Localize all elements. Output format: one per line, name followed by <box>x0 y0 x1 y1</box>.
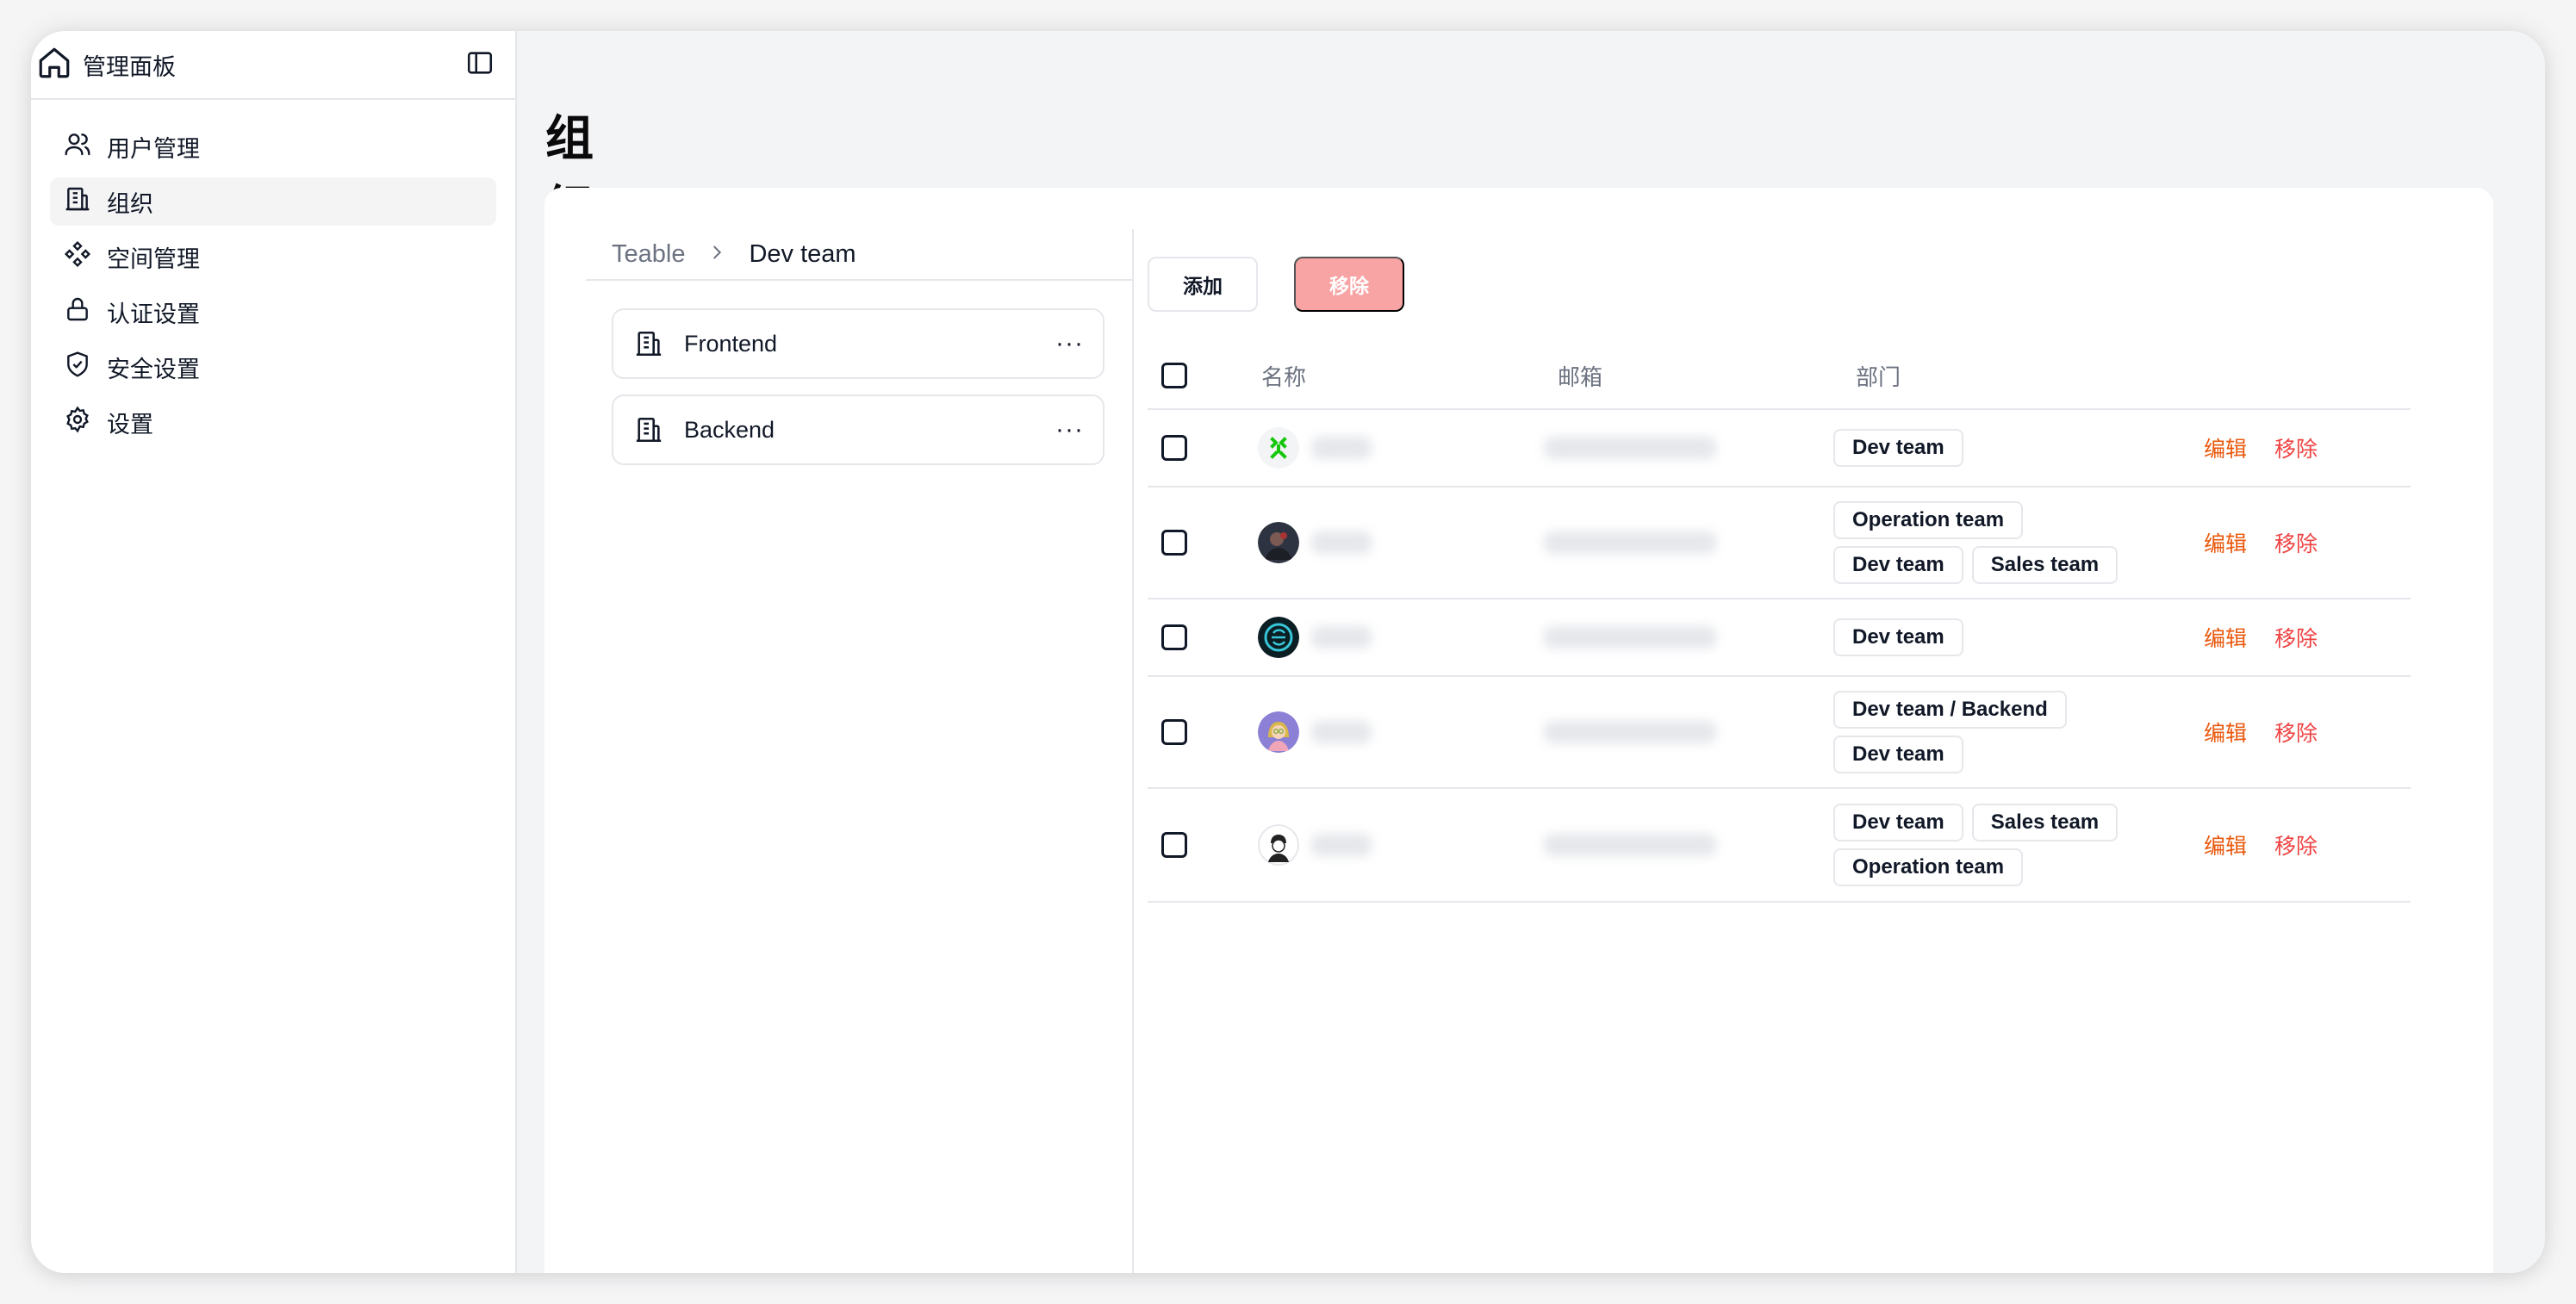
member-name-redacted <box>1311 721 1372 743</box>
edit-button[interactable]: 编辑 <box>2204 717 2247 748</box>
sidebar-item-label: 认证设置 <box>107 301 200 327</box>
building-icon <box>64 185 91 219</box>
row-checkbox[interactable] <box>1161 624 1187 650</box>
department-item-frontend[interactable]: Frontend ··· <box>612 308 1104 379</box>
lock-icon <box>64 295 91 329</box>
avatar <box>1258 427 1299 469</box>
chevron-right-icon <box>707 240 726 269</box>
edit-button[interactable]: 编辑 <box>2204 432 2247 463</box>
member-name-redacted <box>1311 437 1372 459</box>
members-table: 名称 邮箱 部门 Dev team 编辑 移除 Operation team D… <box>1148 343 2411 903</box>
remove-button[interactable]: 移除 <box>2274 829 2318 860</box>
more-options-icon[interactable]: ··· <box>1055 329 1084 358</box>
sidebar-item-label: 安全设置 <box>107 356 200 382</box>
sidebar-item-organization[interactable]: 组织 <box>50 177 496 226</box>
building-icon <box>636 331 662 357</box>
sidebar-item-label: 用户管理 <box>107 135 200 162</box>
department-tag: Dev team <box>1833 736 1963 773</box>
department-tree: Teable Dev team Frontend ··· Backend ··· <box>586 229 1134 1273</box>
department-tag: Operation team <box>1833 501 2024 539</box>
remove-button[interactable]: 移除 <box>2274 527 2318 558</box>
table-row: Dev team / Backend Dev team 编辑 移除 <box>1148 677 2411 789</box>
row-checkbox[interactable] <box>1161 530 1187 556</box>
users-icon <box>64 130 91 164</box>
sidebar-item-users[interactable]: 用户管理 <box>50 122 496 171</box>
member-email-redacted <box>1544 437 1716 459</box>
avatar <box>1258 522 1299 563</box>
add-member-button[interactable]: 添加 <box>1148 257 1258 312</box>
column-header-name: 名称 <box>1261 363 1307 390</box>
column-header-email: 邮箱 <box>1558 363 1603 390</box>
department-tag: Dev team <box>1833 618 1963 656</box>
component-icon <box>64 240 91 274</box>
department-tags: Operation team Dev team Sales team <box>1833 501 2119 584</box>
department-tags: Dev team Sales team Operation team <box>1833 804 2119 886</box>
department-tag: Sales team <box>1971 546 2119 584</box>
member-name-redacted <box>1311 531 1372 554</box>
breadcrumb-current: Dev team <box>749 239 856 268</box>
main-area: 组织管理 Teable Dev team Frontend ··· <box>517 31 2545 1273</box>
select-all-checkbox[interactable] <box>1161 363 1187 388</box>
remove-button[interactable]: 移除 <box>2274 717 2318 748</box>
department-tag: Dev team <box>1833 546 1963 584</box>
table-row: Dev team 编辑 移除 <box>1148 599 2411 677</box>
more-options-icon[interactable]: ··· <box>1055 415 1084 444</box>
member-email-redacted <box>1544 834 1716 856</box>
department-tag: Dev team <box>1833 804 1963 841</box>
department-tag: Operation team <box>1833 848 2024 886</box>
table-row: Dev team Sales team Operation team 编辑 移除 <box>1148 789 2411 903</box>
breadcrumb-root[interactable]: Teable <box>612 240 685 269</box>
member-email-redacted <box>1544 721 1716 743</box>
sidebar-title: 管理面板 <box>83 53 176 80</box>
sidebar-item-spaces[interactable]: 空间管理 <box>50 233 496 281</box>
department-tag: Dev team <box>1833 429 1963 467</box>
sidebar: 管理面板 用户管理 组织 空间管理 认证设置 安全设置 设置 <box>31 31 517 1273</box>
department-tag: Sales team <box>1971 804 2119 841</box>
sidebar-item-auth[interactable]: 认证设置 <box>50 288 496 336</box>
sidebar-home-link[interactable]: 管理面板 <box>36 45 176 85</box>
row-checkbox[interactable] <box>1161 719 1187 745</box>
gear-icon <box>64 406 91 439</box>
edit-button[interactable]: 编辑 <box>2204 527 2247 558</box>
avatar <box>1258 617 1299 658</box>
sidebar-toggle-icon[interactable] <box>465 48 495 82</box>
sidebar-header: 管理面板 <box>31 31 515 100</box>
sidebar-item-label: 组织 <box>107 190 153 217</box>
sidebar-item-label: 设置 <box>107 411 153 438</box>
row-checkbox[interactable] <box>1161 832 1187 858</box>
shield-icon <box>64 351 91 384</box>
table-row: Operation team Dev team Sales team 编辑 移除 <box>1148 487 2411 599</box>
remove-button[interactable]: 移除 <box>2274 622 2318 653</box>
sidebar-item-label: 空间管理 <box>107 245 200 272</box>
row-checkbox[interactable] <box>1161 435 1187 461</box>
member-email-redacted <box>1544 531 1716 554</box>
department-name: Frontend <box>684 330 778 357</box>
home-icon <box>36 45 72 85</box>
department-tags: Dev team <box>1833 618 1963 656</box>
content-card: Teable Dev team Frontend ··· Backend ··· <box>544 188 2493 1273</box>
building-icon <box>636 417 662 443</box>
department-tag: Dev team / Backend <box>1833 691 2067 729</box>
app-window: 管理面板 用户管理 组织 空间管理 认证设置 安全设置 设置 组 Teable … <box>31 31 2545 1273</box>
remove-members-button[interactable]: 移除 <box>1294 257 1404 312</box>
table-header: 名称 邮箱 部门 <box>1148 343 2411 410</box>
edit-button[interactable]: 编辑 <box>2204 829 2247 860</box>
department-name: Backend <box>684 416 775 443</box>
department-tags: Dev team / Backend Dev team <box>1833 691 2067 773</box>
sidebar-nav: 用户管理 组织 空间管理 认证设置 安全设置 设置 <box>31 100 515 446</box>
edit-button[interactable]: 编辑 <box>2204 622 2247 653</box>
sidebar-item-security[interactable]: 安全设置 <box>50 343 496 391</box>
remove-button[interactable]: 移除 <box>2274 432 2318 463</box>
department-item-backend[interactable]: Backend ··· <box>612 394 1104 465</box>
member-name-redacted <box>1311 626 1372 649</box>
avatar <box>1258 824 1299 866</box>
breadcrumb: Teable Dev team <box>586 229 1132 281</box>
member-name-redacted <box>1311 834 1372 856</box>
avatar <box>1258 711 1299 753</box>
member-email-redacted <box>1544 626 1716 649</box>
column-header-department: 部门 <box>1856 363 1901 390</box>
table-row: Dev team 编辑 移除 <box>1148 410 2411 487</box>
sidebar-item-settings[interactable]: 设置 <box>50 398 496 446</box>
department-tags: Dev team <box>1833 429 1963 467</box>
